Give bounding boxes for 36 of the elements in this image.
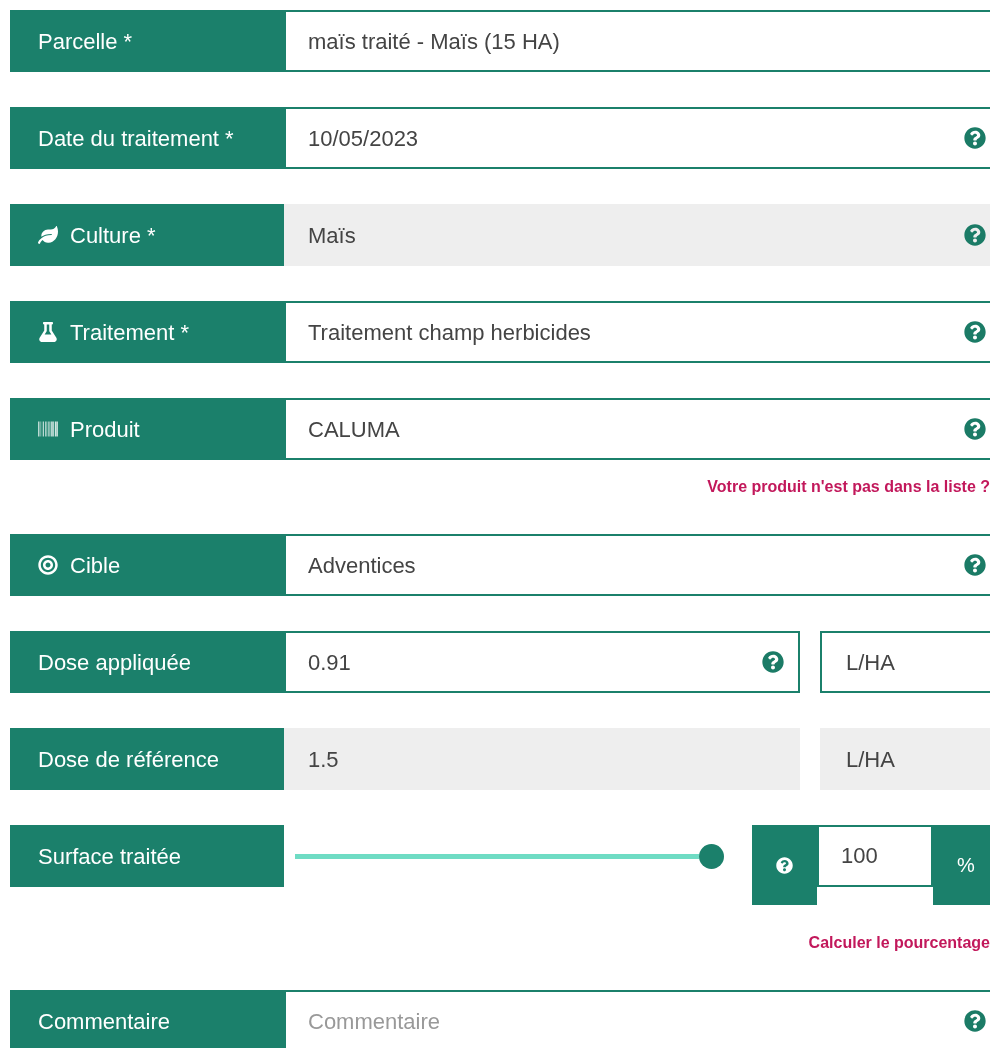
help-link[interactable]: Votre produit n'est pas dans la liste ? <box>707 475 990 534</box>
help-icon[interactable] <box>964 554 986 576</box>
input-field[interactable]: 100 <box>817 825 933 887</box>
label-text: Commentaire <box>38 1007 171 1036</box>
help-icon[interactable] <box>762 651 784 673</box>
help-button[interactable] <box>752 825 817 905</box>
input-field[interactable]: Maïs <box>284 204 990 266</box>
flask-icon <box>38 322 58 342</box>
leaf-icon <box>38 225 58 245</box>
help-icon[interactable] <box>964 1010 986 1032</box>
unit-field[interactable]: L/HA <box>820 631 990 693</box>
label-text: Dose appliquée <box>38 648 191 677</box>
label-text: Dose de référence <box>38 745 219 774</box>
help-icon[interactable] <box>776 856 793 874</box>
input-field[interactable]: 10/05/2023 <box>284 107 990 169</box>
label-text: Culture * <box>70 221 156 250</box>
slider-thumb[interactable] <box>699 843 724 869</box>
label-text: Parcelle * <box>38 27 133 56</box>
barcode-icon <box>38 419 58 439</box>
input-field[interactable]: maïs traité - Maïs (15 HA) <box>284 10 990 72</box>
help-icon[interactable] <box>964 418 986 440</box>
label-text: Cible <box>70 551 121 580</box>
input-field[interactable]: Adventices <box>284 534 990 596</box>
help-icon[interactable] <box>964 224 986 246</box>
help-icon[interactable] <box>964 127 986 149</box>
input-field[interactable]: Traitement champ herbicides <box>284 301 990 363</box>
input-field[interactable]: CALUMA <box>284 398 990 460</box>
label-text: Date du traitement * <box>38 124 234 153</box>
help-icon[interactable] <box>964 321 986 343</box>
help-link[interactable]: Calculer le pourcentage <box>808 931 990 990</box>
label-text: Produit <box>70 415 140 444</box>
input-field[interactable]: 0.91 <box>284 631 800 693</box>
label-text: Surface traitée <box>38 842 182 871</box>
target-icon <box>38 555 58 575</box>
label-text: Traitement * <box>70 318 189 347</box>
unit-label: % <box>933 825 990 905</box>
